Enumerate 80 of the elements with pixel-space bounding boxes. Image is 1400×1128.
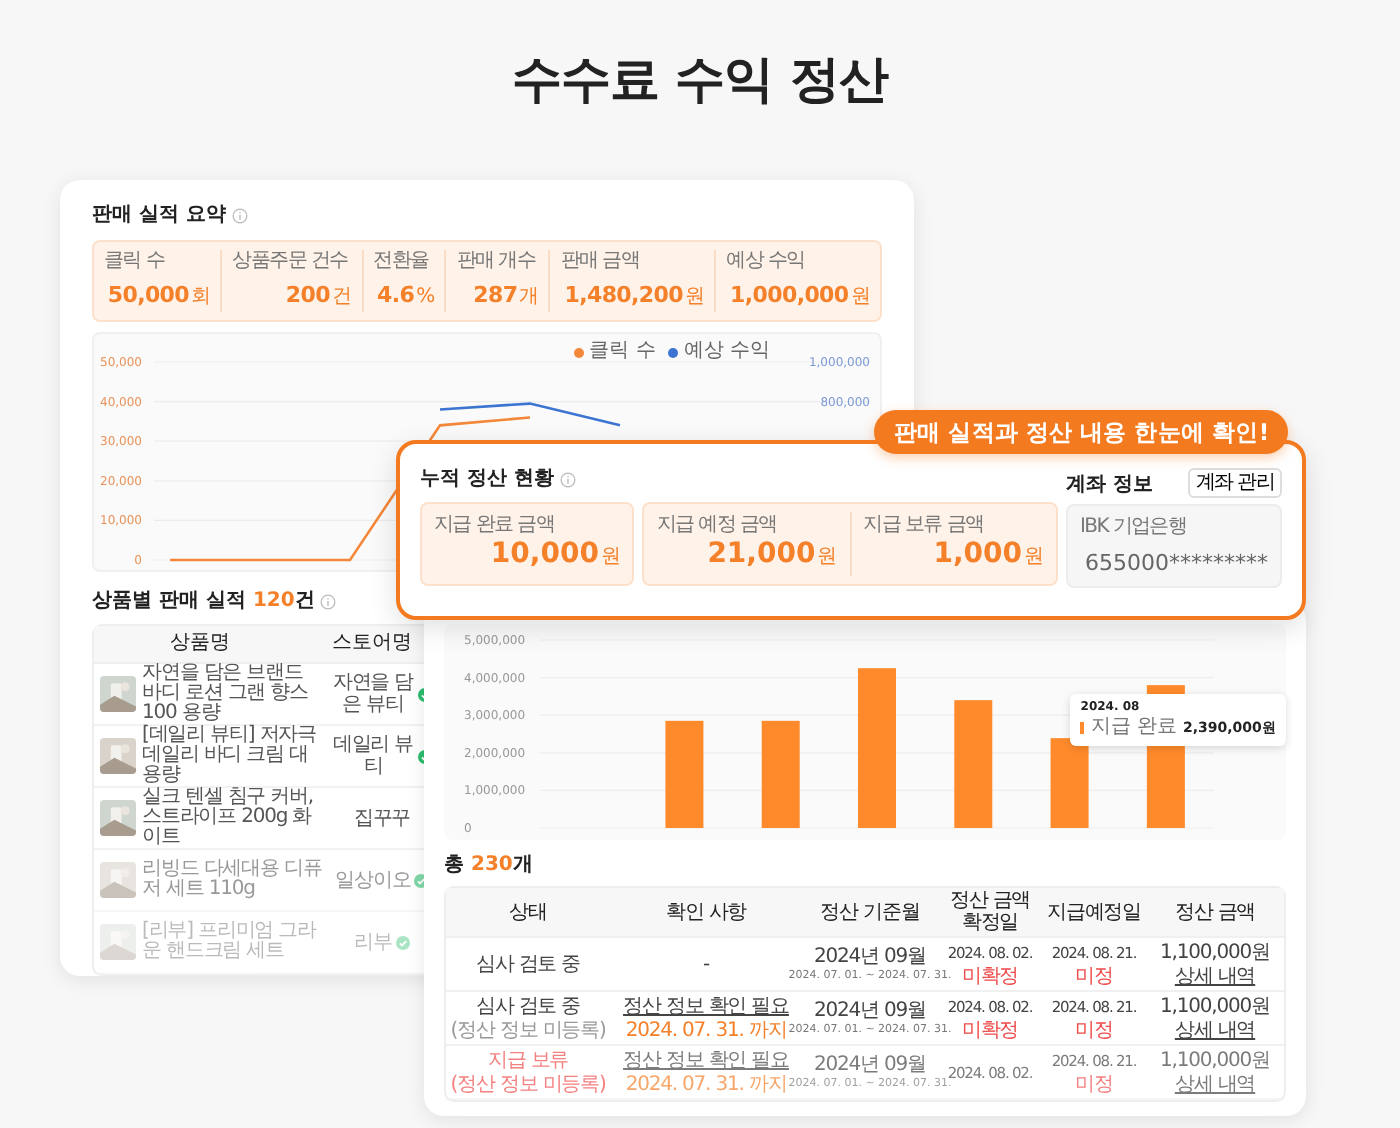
product-name: 리빙드 다세대용 디퓨저 세트 110g (142, 860, 324, 900)
date-note: 미정 (1075, 1019, 1113, 1041)
amount-label: 지급 보류 금액 (863, 514, 986, 538)
bar (761, 720, 800, 828)
column-header: 확인 사항 (663, 901, 749, 923)
check-link[interactable]: 정산 정보 확인 필요 (623, 1049, 789, 1071)
section-title: 판매 실적 요약 (92, 204, 226, 228)
kpi-label: 클릭 수 (104, 250, 167, 274)
kpi-label: 상품주문 건수 (232, 250, 350, 274)
store-name: 집꾸꾸 (353, 807, 411, 829)
kpi-value: 50,000회 (107, 282, 211, 312)
section-title: 계좌 정보 (1066, 471, 1153, 497)
info-icon (320, 594, 337, 610)
amount-value: 21,000 원 (707, 538, 838, 574)
amount-value: 1,000 원 (933, 538, 1044, 574)
amount-value: 10,000 원 (490, 538, 621, 574)
store-name: 데일리 뷰티 (332, 734, 414, 778)
kpi-value: 1,000,000 원 (730, 282, 870, 312)
status-text: 심사 검토 중 (475, 953, 581, 975)
bank-name: IBK 기업은행 (1080, 516, 1189, 540)
info-icon (559, 472, 576, 488)
date-note: 미정 (1075, 965, 1113, 987)
amount-label: 지급 예정 금액 (656, 514, 779, 538)
status-note: (정산 정보 미등록) (450, 1073, 606, 1095)
store-name: 자연을 담은 뷰티 (332, 672, 414, 716)
kpi-label: 전환율 (373, 250, 431, 274)
store-name: 리부 (354, 931, 392, 953)
page-title: 수수료 수익 정산 (510, 48, 891, 112)
detail-link[interactable]: 상세 내역 (1174, 1073, 1256, 1095)
product-name: [데일리 뷰티] 저자극 데일리 바디 크림 대용량 (142, 726, 318, 786)
status-note: (정산 정보 미등록) (450, 1019, 606, 1041)
table-cell: 1,100,000원 (1160, 941, 1270, 963)
section-title: 누적 정산 현황 (420, 468, 554, 492)
status-text: 지급 보류 (487, 1049, 569, 1071)
column-header: 지급예정일 (1044, 901, 1143, 923)
tooltip-label: 지급 완료 (1090, 716, 1177, 741)
date-note: 미확정 (961, 965, 1019, 987)
date-note: 미정 (1075, 1073, 1113, 1095)
product-name: [리부] 프리미엄 그라운 핸드크림 세트 (142, 922, 319, 962)
bar (665, 720, 704, 828)
product-name: 실크 텐셀 침구 커버, 스트라이프 200g 화이트 (142, 788, 316, 848)
kpi-label: 예상 수익 (726, 250, 807, 274)
bar (954, 700, 993, 828)
kpi-value: 200건 (285, 282, 352, 312)
table-cell: 2024년 09월 (814, 999, 926, 1021)
column-header: 상태 (507, 901, 549, 923)
column-header: 정산 금액 확정일 (947, 890, 1033, 934)
table-cell: 1,100,000원 (1160, 995, 1270, 1017)
detail-link[interactable]: 상세 내역 (1174, 965, 1256, 987)
column-header: 정산 기준월 (818, 901, 922, 923)
detail-link[interactable]: 상세 내역 (1174, 1019, 1256, 1041)
due-date: 2024. 07. 31. 까지 (625, 1019, 787, 1041)
kpi-label: 판매 금액 (560, 250, 642, 274)
kpi-value: 4.6% (377, 282, 435, 312)
date-note: 미확정 (961, 1019, 1019, 1041)
total-count: 총 230개 (444, 854, 535, 878)
amount-label: 지급 완료 금액 (434, 514, 556, 538)
callout-bubble: 판매 실적과 정산 내용 한눈에 확인! (874, 410, 1289, 454)
table-cell: 2024년 09월 (814, 945, 926, 967)
legend-label: 클릭 수 (589, 340, 656, 364)
check-link[interactable]: 정산 정보 확인 필요 (623, 995, 789, 1017)
account-number: 655000********* (1085, 550, 1268, 576)
kpi-label: 판매 개수 (456, 250, 538, 274)
account-manage-button[interactable]: 계좌 관리 (1187, 468, 1282, 498)
store-name: 일상이오 (335, 869, 411, 891)
kpi-value: 287개 (473, 282, 539, 312)
legend-label: 예상 수익 (683, 340, 770, 364)
due-date: 2024. 07. 31. 까지 (625, 1073, 787, 1095)
column-header: 스토어명 (330, 632, 414, 656)
section-title: 상품별 판매 실적 120건 (92, 590, 315, 614)
kpi-value: 1,480,200원 (564, 282, 705, 312)
product-name: 자연을 담은 브랜드 바디 로션 그랜 향스 100 용량 (142, 664, 310, 724)
table-cell: 1,100,000원 (1160, 1049, 1270, 1071)
info-icon (231, 208, 248, 224)
table-cell: - (702, 953, 709, 975)
status-text: 심사 검토 중 (475, 995, 581, 1017)
column-header: 정산 금액 (1172, 901, 1258, 923)
table-cell: 2024년 09월 (814, 1053, 926, 1075)
column-header: 상품명 (168, 632, 232, 656)
bar (1050, 738, 1089, 828)
